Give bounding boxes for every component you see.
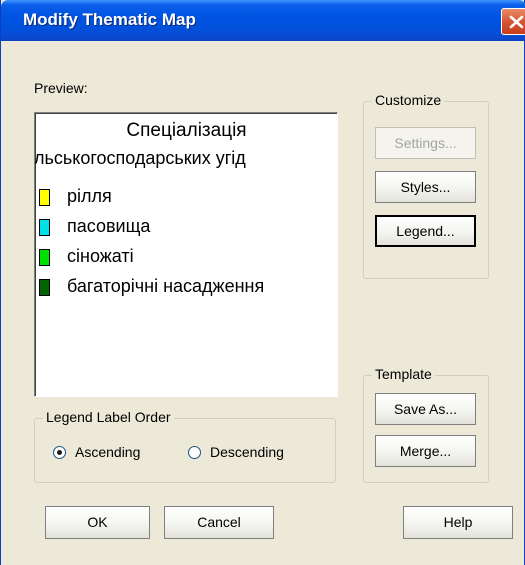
title-bar[interactable]: Modify Thematic Map [1, 0, 525, 41]
ascending-label[interactable]: Ascending [75, 444, 140, 460]
close-button[interactable] [501, 8, 525, 35]
legend-label-order-label: Legend Label Order [43, 409, 174, 425]
legend-subtitle: льськогосподарських угід [34, 148, 246, 168]
customize-group-label: Customize [372, 92, 445, 108]
modify-thematic-map-dialog: Modify Thematic Map Preview: Спеціалізац… [0, 0, 525, 565]
preview-label: Preview: [34, 80, 88, 96]
close-icon [509, 15, 524, 29]
cancel-button[interactable]: Cancel [164, 506, 274, 539]
legend-item-label: рілля [67, 186, 112, 206]
save-as-button[interactable]: Save As... [375, 393, 476, 425]
help-button[interactable]: Help [403, 506, 513, 539]
template-group-label: Template [372, 366, 435, 382]
legend-item-label: пасовища [67, 216, 151, 236]
legend-button[interactable]: Legend... [375, 215, 476, 247]
legend-swatch [39, 249, 50, 266]
legend-swatch [39, 219, 50, 236]
settings-button[interactable]: Settings... [375, 127, 476, 159]
styles-button[interactable]: Styles... [375, 171, 476, 203]
radio-selected-dot [57, 450, 62, 455]
legend-item-label: багаторічні насадження [67, 276, 265, 296]
legend-item-label: сіножаті [67, 246, 134, 266]
legend-swatch [39, 189, 50, 206]
legend-preview: Спеціалізація льськогосподарських угід р… [34, 112, 338, 397]
legend-swatch [39, 279, 50, 296]
descending-label[interactable]: Descending [210, 444, 284, 460]
dialog-title: Modify Thematic Map [23, 10, 196, 29]
ok-button[interactable]: OK [45, 506, 150, 539]
ascending-radio[interactable] [53, 446, 66, 459]
merge-button[interactable]: Merge... [375, 435, 476, 467]
legend-title: Спеціалізація [126, 120, 247, 141]
descending-radio[interactable] [188, 446, 201, 459]
